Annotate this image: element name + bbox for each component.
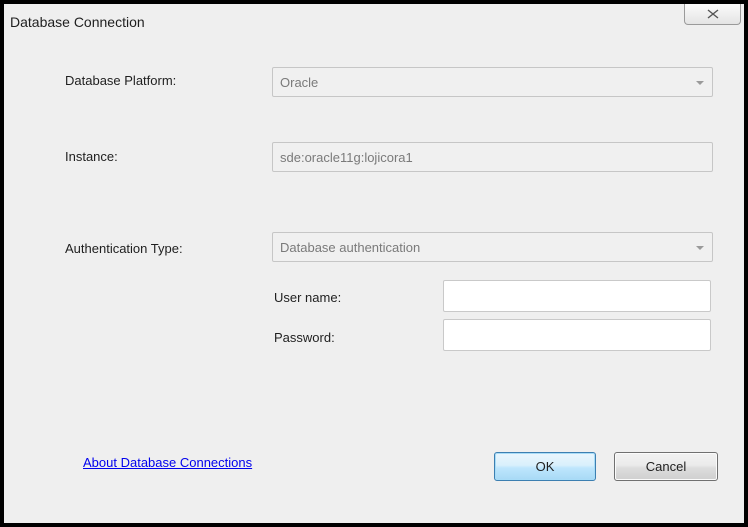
- close-button[interactable]: [684, 4, 741, 25]
- platform-label: Database Platform:: [65, 73, 177, 88]
- close-x-icon: [707, 7, 719, 22]
- database-connection-dialog: Database Connection Database Platform: O…: [0, 0, 748, 527]
- platform-value: Oracle: [280, 74, 319, 90]
- instance-value: sde:oracle11g:lojicora1: [280, 149, 413, 165]
- chevron-down-icon: [696, 81, 704, 85]
- title-bar[interactable]: Database Connection: [4, 4, 744, 38]
- about-database-connections-link[interactable]: About Database Connections: [83, 455, 252, 470]
- dialog-title: Database Connection: [10, 14, 145, 30]
- instance-field[interactable]: sde:oracle11g:lojicora1: [272, 142, 713, 172]
- instance-label: Instance:: [65, 149, 118, 164]
- platform-dropdown[interactable]: Oracle: [272, 67, 713, 97]
- auth-type-dropdown[interactable]: Database authentication: [272, 232, 713, 262]
- username-label: User name:: [274, 290, 342, 305]
- cancel-button[interactable]: Cancel: [614, 452, 718, 481]
- ok-button[interactable]: OK: [494, 452, 596, 481]
- password-input[interactable]: [443, 319, 711, 351]
- username-input[interactable]: [443, 280, 711, 312]
- chevron-down-icon: [696, 246, 704, 250]
- password-label: Password:: [274, 330, 335, 345]
- auth-type-value: Database authentication: [280, 239, 421, 255]
- auth-type-label: Authentication Type:: [65, 241, 183, 256]
